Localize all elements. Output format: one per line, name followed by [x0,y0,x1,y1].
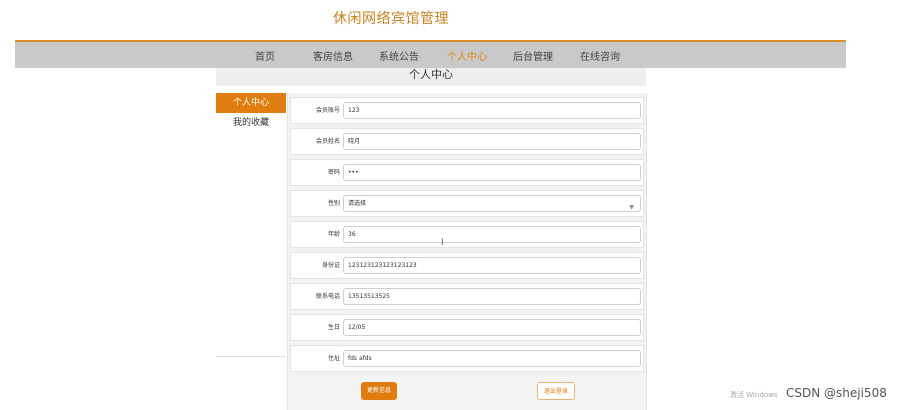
windows-activation-watermark: 激活 Windows [730,391,778,399]
site-title: 休闲网络宾馆管理 [333,11,449,27]
main-navbar: 首页 客房信息 系统公告 个人中心 后台管理 在线咨询 [15,40,846,68]
field-label: 会员姓名 [315,138,340,145]
field-label: 年龄 [327,231,340,238]
field-label: 生日 [327,324,340,331]
nav-personal-center[interactable]: 个人中心 [447,48,487,63]
nav-home[interactable]: 首页 [255,48,275,63]
birthday-input[interactable]: 12/05 [343,319,641,336]
field-label: 性别 [327,200,340,207]
address-input[interactable]: fds afds [343,350,641,367]
age-input[interactable]: 36 [343,226,641,243]
field-label: 联系电话 [315,293,340,300]
password-input[interactable]: ••• [343,164,641,181]
nav-online-consult[interactable]: 在线咨询 [580,48,620,63]
form-row-phone: 联系电话 13513513525 [290,283,644,310]
nav-announcements[interactable]: 系统公告 [379,48,419,63]
form-row-password: 密码 ••• [290,159,644,186]
field-label: 密码 [327,169,340,176]
logout-button[interactable]: 退出登录 [537,382,575,400]
nav-admin[interactable]: 后台管理 [513,48,553,63]
field-label: 会员账号 [315,107,340,114]
profile-form: 会员账号 123 会员姓名 晓月 密码 ••• 性别 请选择 ▼ 年龄 36 身… [287,93,647,410]
text-cursor-icon: I [441,238,444,248]
form-row-age: 年龄 36 [290,221,644,248]
form-row-gender: 性别 请选择 ▼ [290,190,644,217]
form-row-account: 会员账号 123 [290,97,644,124]
form-row-name: 会员姓名 晓月 [290,128,644,155]
phone-input[interactable]: 13513513525 [343,288,641,305]
field-label: 身份证 [321,262,340,269]
update-info-button[interactable]: 更新信息 [361,382,397,400]
id-card-input[interactable]: 123123123123123123 [343,257,641,274]
sidebar-item-personal-center[interactable]: 个人中心 [216,93,286,113]
form-row-id-card: 身份证 123123123123123123 [290,252,644,279]
form-row-birthday: 生日 12/05 [290,314,644,341]
page-title: 个人中心 [409,68,453,81]
field-label: 住址 [327,355,340,362]
gender-select[interactable]: 请选择 ▼ [343,195,641,212]
gender-select-value: 请选择 [348,200,367,207]
form-row-address: 住址 fds afds [290,345,644,372]
csdn-credit: CSDN @sheji508 [786,386,887,400]
nav-rooms[interactable]: 客房信息 [313,48,353,63]
page-header: 个人中心 [216,68,646,86]
sidebar: 个人中心 我的收藏 [216,93,286,357]
chevron-down-icon: ▼ [629,204,634,211]
account-input[interactable]: 123 [343,102,641,119]
name-input[interactable]: 晓月 [343,133,641,150]
sidebar-item-favorites[interactable]: 我的收藏 [216,113,286,133]
